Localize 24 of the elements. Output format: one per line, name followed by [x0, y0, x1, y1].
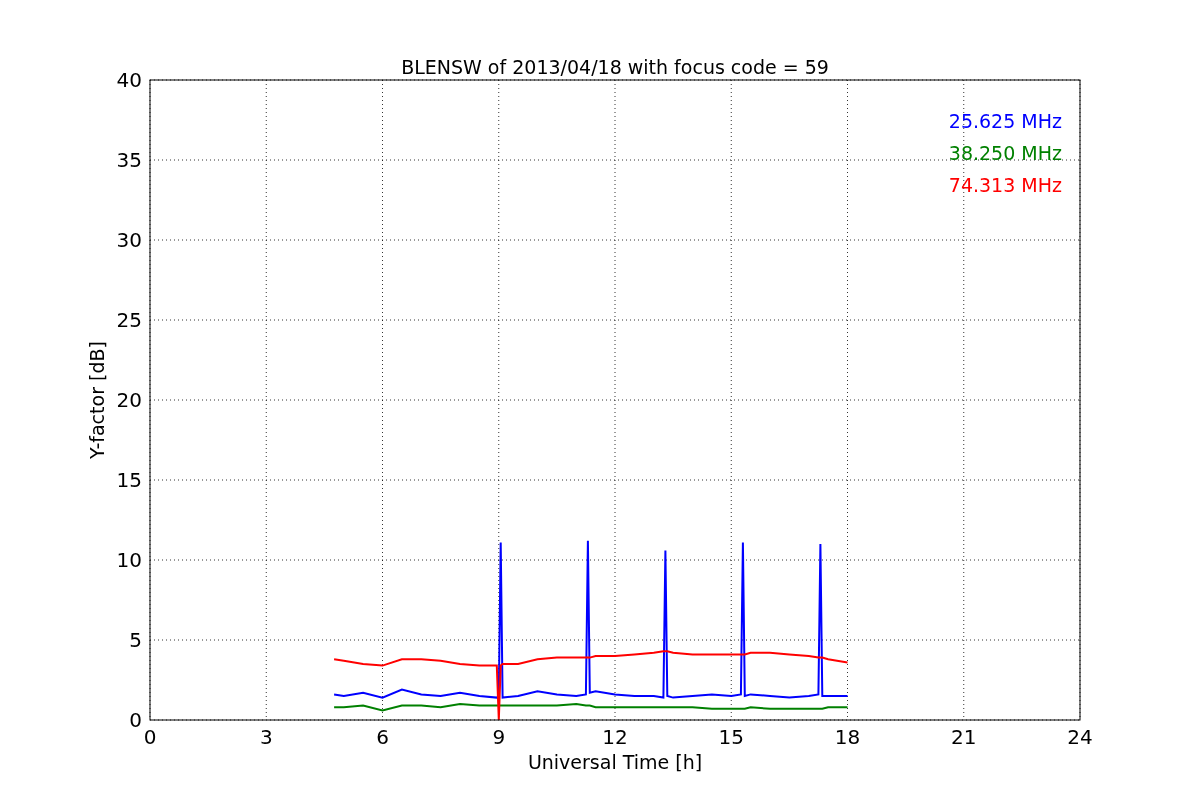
- tick-label: 3: [259, 725, 273, 749]
- tick-label: 24: [1067, 725, 1093, 749]
- tick-label: 35: [116, 148, 142, 172]
- tick-label: 30: [116, 228, 142, 252]
- tick-label: 20: [116, 388, 142, 412]
- tick-label: 12: [602, 725, 628, 749]
- tick-label: 15: [116, 468, 142, 492]
- x-axis-label: Universal Time [h]: [527, 751, 703, 773]
- tick-label: 0: [129, 708, 142, 732]
- tick-label: 25: [116, 308, 142, 332]
- tick-label: 5: [129, 628, 142, 652]
- tick-label: 0: [143, 725, 157, 749]
- tick-label: 21: [951, 725, 977, 749]
- tick-label: 6: [376, 725, 389, 749]
- tick-label: 10: [116, 548, 142, 572]
- legend-label: 74.313 MHz: [948, 174, 1062, 196]
- tick-label: 18: [834, 725, 861, 749]
- legend-label: 25.625 MHz: [948, 110, 1062, 132]
- legend-label: 38.250 MHz: [948, 142, 1062, 164]
- chart-title: BLENSW of 2013/04/18 with focus code = 59: [401, 56, 829, 78]
- tick-label: 40: [116, 68, 142, 92]
- tick-label: 9: [492, 725, 506, 749]
- tick-label: 15: [718, 725, 744, 749]
- y-axis-label: Y-factor [dB]: [86, 341, 108, 459]
